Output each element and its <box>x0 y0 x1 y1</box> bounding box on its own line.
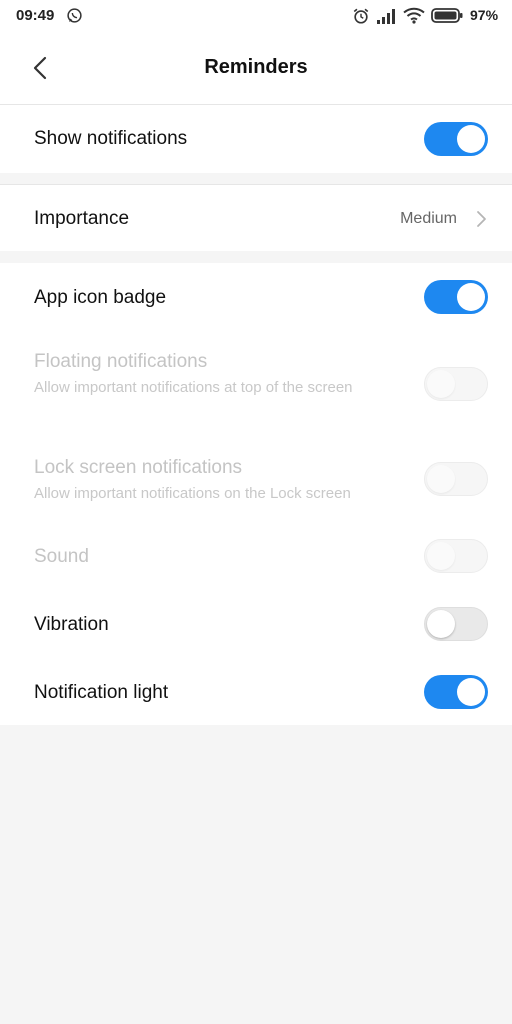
floating-notifications-label: Floating notifications <box>34 351 208 372</box>
notification-light-label: Notification light <box>34 682 169 703</box>
status-time: 09:49 <box>16 7 55 24</box>
row-notification-light[interactable]: Notification light <box>0 659 512 725</box>
show-notifications-toggle[interactable] <box>424 122 488 156</box>
row-importance[interactable]: Importance Medium <box>0 185 512 251</box>
signal-icon <box>377 9 395 24</box>
vibration-toggle[interactable] <box>424 607 488 641</box>
toggle-knob <box>457 678 485 706</box>
row-show-notifications[interactable]: Show notifications <box>0 105 512 173</box>
page-title: Reminders <box>204 56 308 78</box>
importance-value: Medium <box>400 210 457 227</box>
row-sound: Sound <box>0 523 512 591</box>
toggle-knob <box>427 542 455 570</box>
lock-screen-notifications-toggle <box>424 462 488 496</box>
whatsapp-icon <box>67 8 82 23</box>
importance-label: Importance <box>34 208 130 229</box>
floating-notifications-description: Allow important notifications at top of … <box>34 379 353 396</box>
section-importance: Importance Medium <box>0 184 512 251</box>
app-icon-badge-toggle[interactable] <box>424 280 488 314</box>
toggle-knob <box>427 610 455 638</box>
row-floating-notifications: Floating notifications Allow important n… <box>0 341 512 431</box>
toggle-knob <box>427 465 455 493</box>
sound-toggle <box>424 539 488 573</box>
status-bar: 09:49 97% <box>0 0 512 34</box>
battery-percent: 97% <box>470 7 499 23</box>
app-icon-badge-label: App icon badge <box>34 287 167 308</box>
title-bar: Reminders <box>0 34 512 105</box>
lock-screen-notifications-description: Allow important notifications on the Loc… <box>34 485 351 502</box>
notification-light-toggle[interactable] <box>424 675 488 709</box>
lock-screen-notifications-label: Lock screen notifications <box>34 457 243 478</box>
row-app-icon-badge[interactable]: App icon badge <box>0 263 512 331</box>
vibration-label: Vibration <box>34 614 109 635</box>
toggle-knob <box>427 370 455 398</box>
show-notifications-label: Show notifications <box>34 128 188 149</box>
section-show-notifications: Show notifications <box>0 105 512 173</box>
sound-label: Sound <box>34 546 89 567</box>
battery-icon <box>431 8 463 23</box>
toggle-knob <box>457 283 485 311</box>
section-notification-options: App icon badge Floating notifications Al… <box>0 263 512 725</box>
row-lock-screen-notifications: Lock screen notifications Allow importan… <box>0 447 512 523</box>
wifi-icon <box>403 7 425 24</box>
alarm-icon <box>353 8 369 24</box>
floating-notifications-toggle <box>424 367 488 401</box>
toggle-knob <box>457 125 485 153</box>
chevron-right-icon <box>477 211 486 227</box>
row-vibration[interactable]: Vibration <box>0 591 512 659</box>
